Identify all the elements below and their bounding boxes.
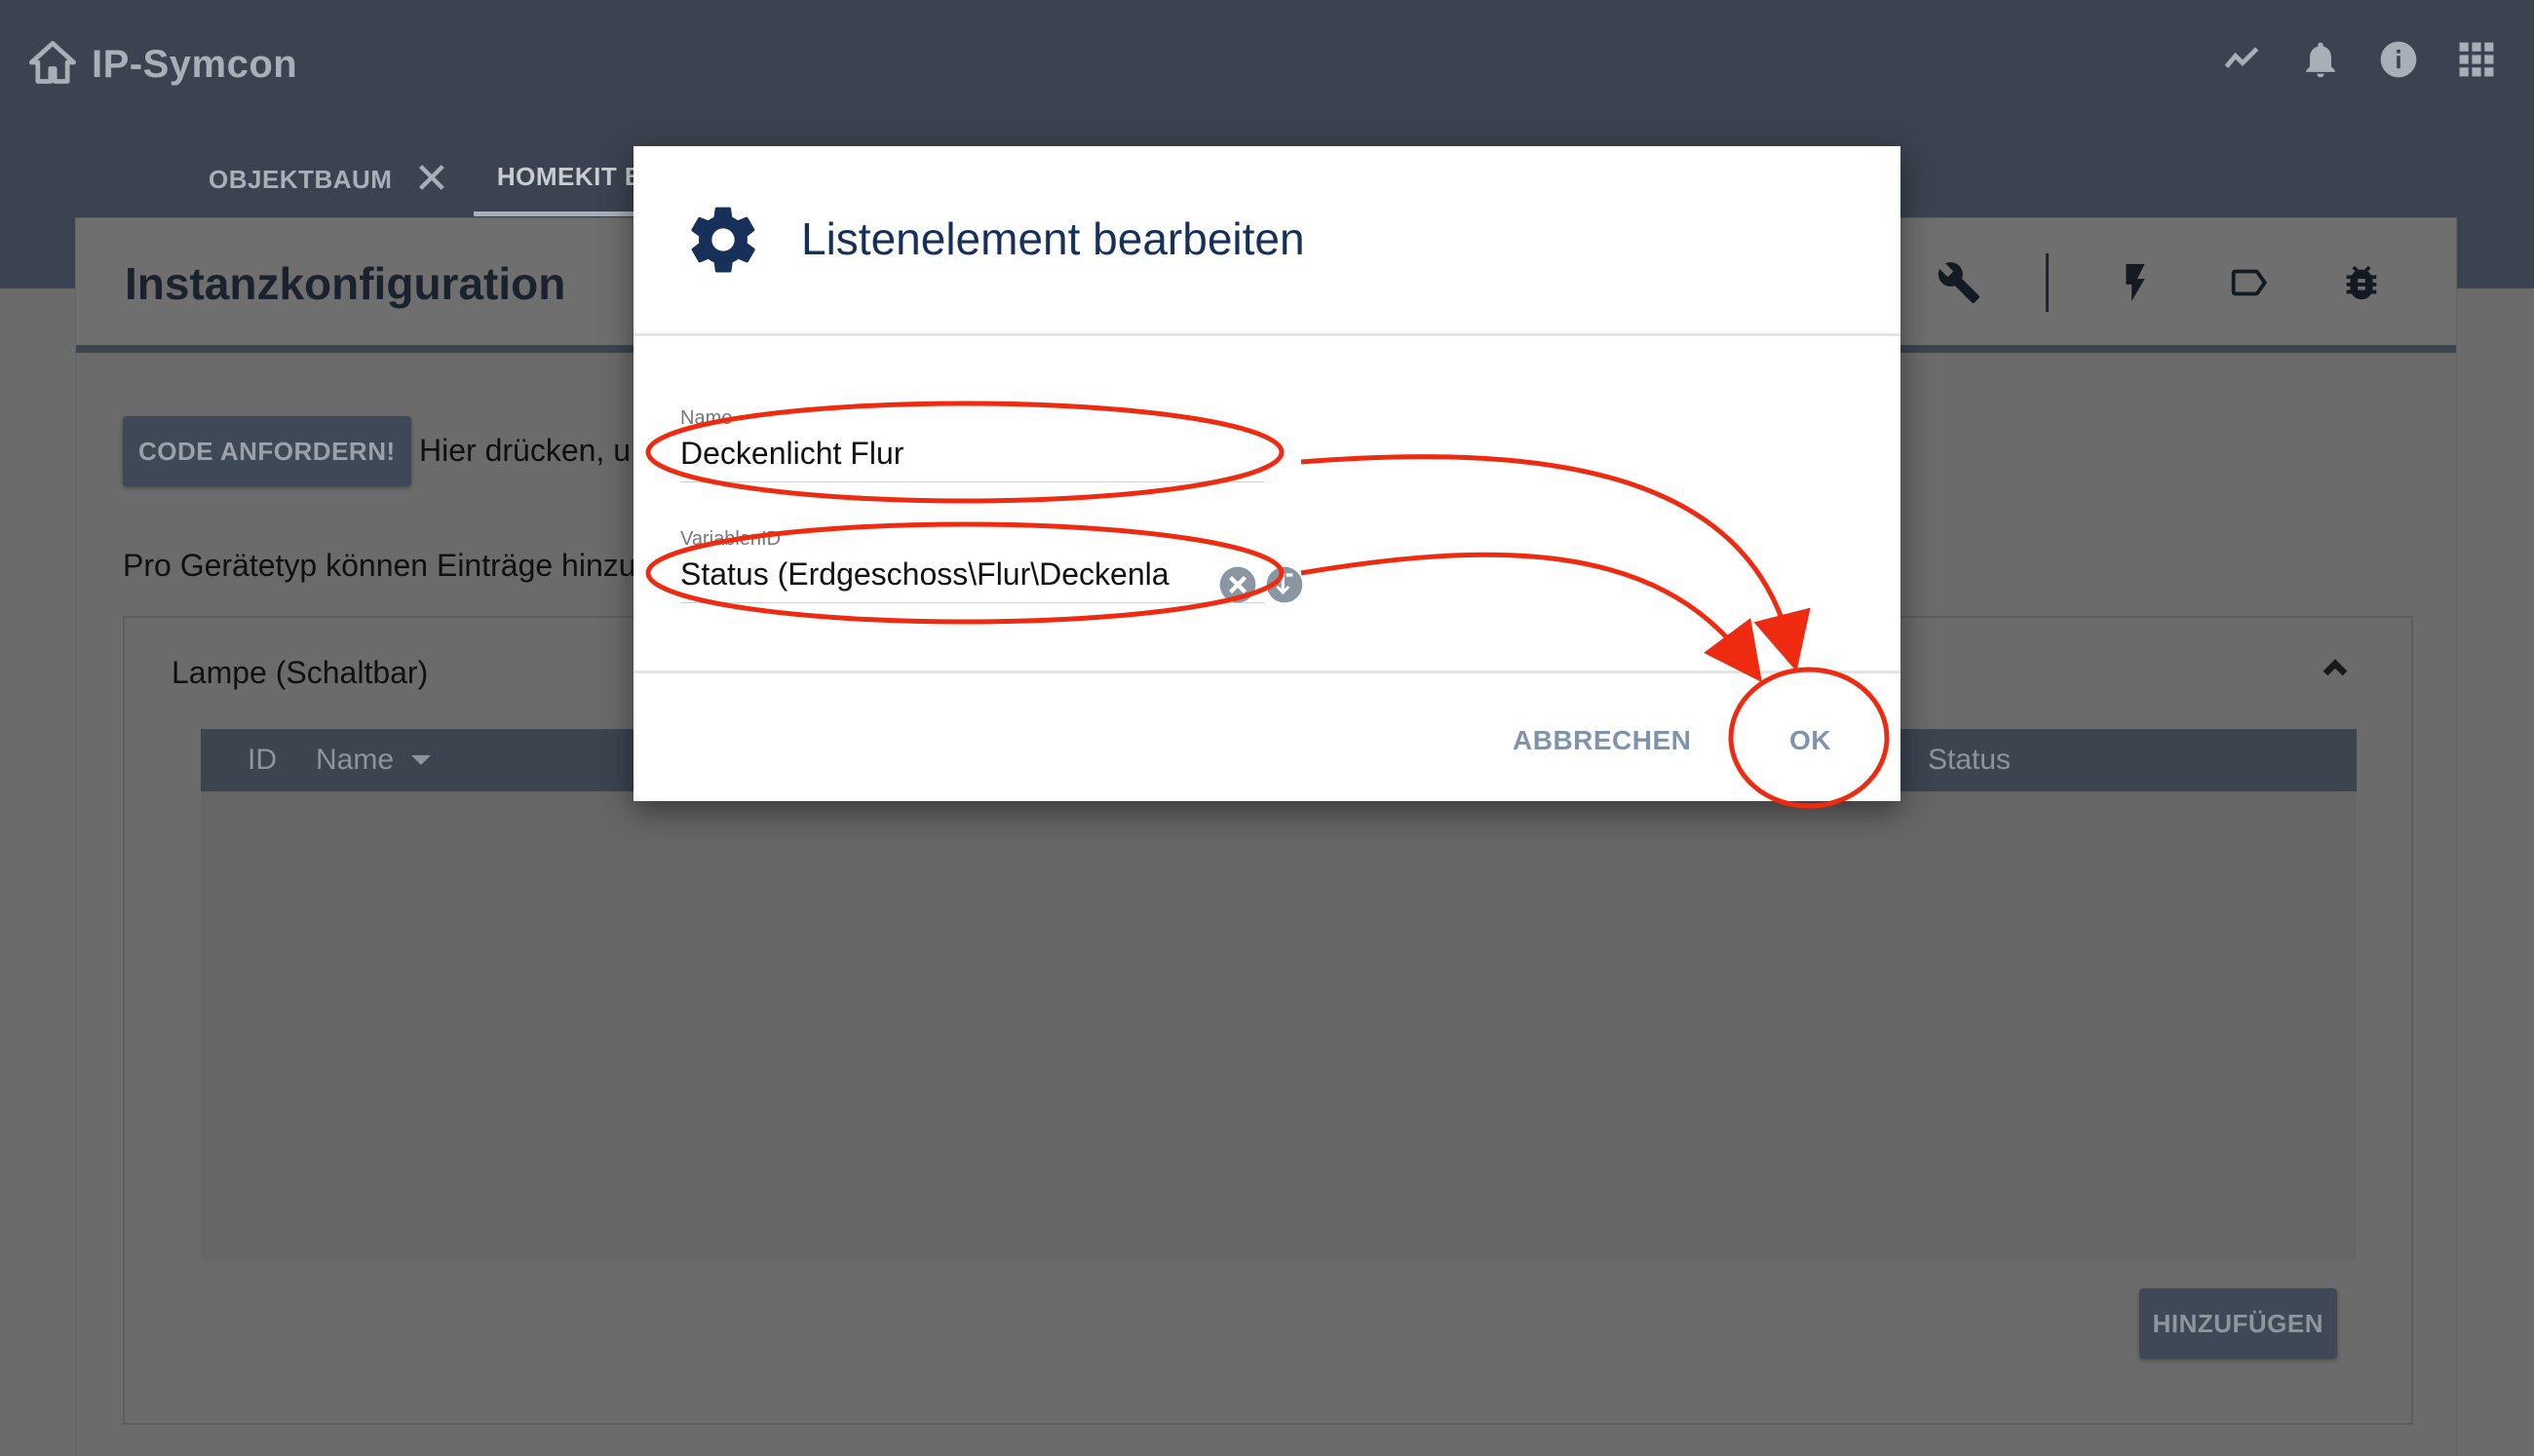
tab-objektbaum[interactable]: OBJEKTBAUM ✕	[185, 142, 474, 216]
variable-id-input[interactable]: Status (Erdgeschoss\Flur\Deckenla	[680, 556, 1177, 593]
bell-icon[interactable]	[2298, 37, 2343, 82]
name-label: Name	[680, 407, 733, 429]
ok-button[interactable]: OK	[1784, 724, 1837, 757]
label-icon[interactable]	[2222, 256, 2275, 309]
select-object-icon[interactable]	[1265, 565, 1304, 604]
table-body	[201, 791, 2357, 1261]
bug-icon[interactable]	[2335, 256, 2388, 309]
dialog-title: Listenelement bearbeiten	[801, 213, 1305, 264]
app-title: IP-Symcon	[92, 42, 298, 86]
lightning-icon[interactable]	[2109, 256, 2162, 309]
gear-icon	[684, 201, 762, 279]
panel-title: Lampe (Schaltbar)	[172, 655, 429, 690]
edit-list-element-dialog: Listenelement bearbeiten Name Deckenlich…	[634, 146, 1900, 801]
chevron-up-icon[interactable]	[2316, 649, 2355, 688]
sort-caret-icon	[411, 755, 432, 765]
variable-id-label: VariablenID	[680, 528, 782, 550]
name-field[interactable]: Name Deckenlicht Flur	[680, 407, 1265, 482]
tab-label: OBJEKTBAUM	[209, 164, 393, 194]
column-header-name[interactable]: Name	[316, 744, 432, 777]
wrench-icon[interactable]	[1933, 256, 1985, 309]
column-header-id[interactable]: ID	[248, 744, 277, 777]
clear-icon[interactable]	[1218, 565, 1257, 604]
info-icon[interactable]	[2376, 37, 2421, 82]
cancel-button[interactable]: ABBRECHEN	[1507, 724, 1697, 757]
brand[interactable]: IP-Symcon	[27, 37, 297, 92]
add-button[interactable]: HINZUFÜGEN	[2138, 1288, 2337, 1359]
dialog-footer: ABBRECHEN OK	[634, 671, 1900, 804]
column-header-label: Name	[316, 744, 395, 776]
name-input[interactable]: Deckenlicht Flur	[680, 436, 1265, 472]
description-text: Pro Gerätetyp können Einträge hinzu	[123, 548, 636, 583]
variable-id-field[interactable]: VariablenID Status (Erdgeschoss\Flur\Dec…	[680, 528, 1303, 604]
toolbar-divider	[2046, 253, 2049, 312]
request-code-button[interactable]: CODE ANFORDERN!	[123, 416, 411, 486]
page-title: Instanzkonfiguration	[125, 258, 566, 309]
dialog-header: Listenelement bearbeiten	[634, 146, 1900, 336]
home-icon	[27, 37, 78, 93]
tab-label: HOMEKIT B	[496, 162, 644, 191]
column-header-status[interactable]: Status	[1928, 744, 2011, 777]
tab-bar: OBJEKTBAUM ✕ HOMEKIT B	[185, 142, 668, 216]
apps-grid-icon[interactable]	[2454, 37, 2499, 82]
name-underline	[680, 481, 1265, 482]
code-hint-text: Hier drücken, u	[419, 433, 631, 468]
chart-icon[interactable]	[2220, 37, 2265, 82]
top-actions	[2220, 37, 2499, 82]
card-toolbar	[1820, 253, 2388, 312]
variable-id-underline	[680, 602, 1265, 603]
close-icon[interactable]: ✕	[413, 158, 449, 201]
